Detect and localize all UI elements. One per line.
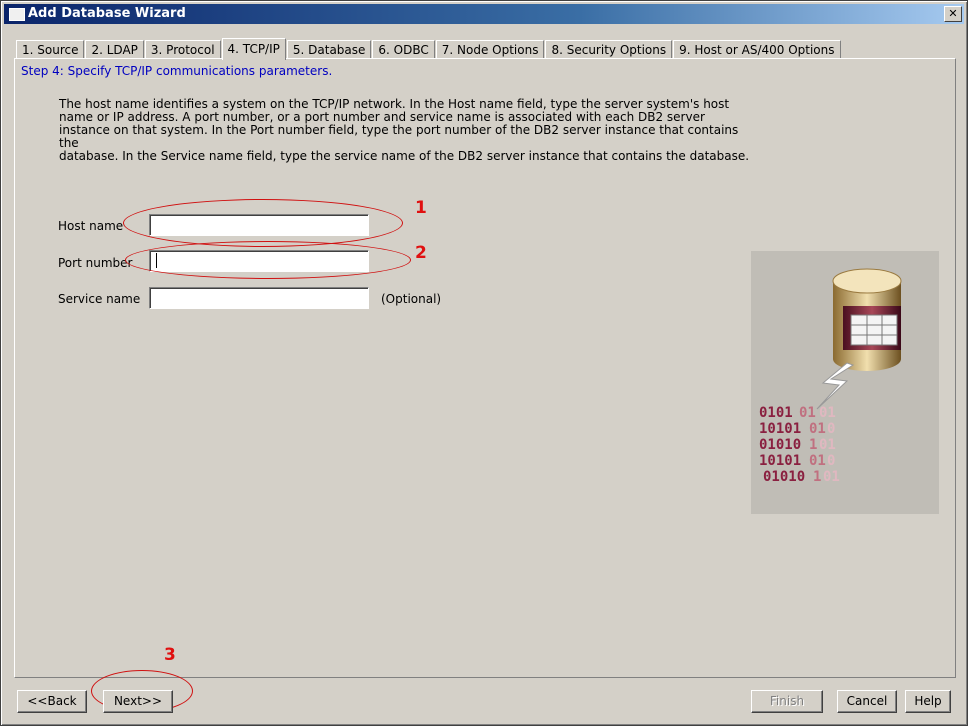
next-button[interactable]: Next>>: [103, 690, 173, 713]
window-title: Add Database Wizard: [28, 6, 186, 21]
description-line: instance on that system. In the Port num…: [59, 123, 739, 150]
close-button[interactable]: ✕: [944, 6, 962, 22]
tab-node-options[interactable]: 7. Node Options: [435, 40, 545, 59]
svg-text:1: 1: [809, 437, 817, 453]
svg-text:01: 01: [823, 469, 840, 485]
wizard-window: Add Database Wizard ✕ 1. Source 2. LDAP …: [0, 0, 968, 726]
svg-text:10101: 10101: [759, 453, 801, 469]
svg-text:01: 01: [819, 437, 836, 453]
optional-label: (Optional): [381, 292, 442, 306]
database-graphic: 0101 01 01 10101 01 0 01010 1 01 10101 01 0 0101…: [751, 251, 939, 514]
title-bar[interactable]: Add Database Wizard ✕: [4, 4, 964, 24]
description-line: database. In the Service name field, typ…: [59, 149, 750, 163]
service-name-input[interactable]: [149, 287, 369, 309]
svg-text:1: 1: [813, 469, 821, 485]
step-heading: Step 4: Specify TCP/IP communications pa…: [21, 64, 333, 78]
svg-text:01: 01: [819, 405, 836, 421]
svg-text:01: 01: [809, 453, 826, 469]
tab-tcpip[interactable]: 4. TCP/IP: [221, 38, 286, 60]
tab-security-options[interactable]: 8. Security Options: [545, 40, 673, 59]
service-name-label: Service name: [58, 292, 141, 306]
database-icon: 0101 01 01 10101 01 0 01010 1 01 10101 01 0 0101…: [759, 268, 902, 485]
annotation-ellipse-1: [123, 199, 403, 247]
annotation-number-1: 1: [415, 198, 427, 218]
svg-text:01: 01: [809, 421, 826, 437]
help-button[interactable]: Help: [905, 690, 951, 713]
annotation-number-2: 2: [415, 243, 427, 263]
tab-source[interactable]: 1. Source: [16, 40, 85, 59]
description: The host name identifies a system on the…: [59, 98, 759, 163]
port-number-label: Port number: [58, 256, 133, 270]
svg-text:01010: 01010: [759, 437, 801, 453]
svg-text:0101: 0101: [759, 405, 793, 421]
svg-text:0: 0: [827, 421, 835, 437]
finish-button[interactable]: Finish: [751, 690, 823, 713]
tab-host-as400-options[interactable]: 9. Host or AS/400 Options: [673, 40, 841, 59]
svg-text:0: 0: [827, 453, 835, 469]
svg-text:01: 01: [799, 405, 816, 421]
cancel-button[interactable]: Cancel: [837, 690, 897, 713]
annotation-number-3: 3: [164, 645, 176, 665]
tab-strip: 1. Source 2. LDAP 3. Protocol 4. TCP/IP …: [16, 37, 842, 60]
svg-text:10101: 10101: [759, 421, 801, 437]
window-icon: [9, 8, 25, 21]
annotation-ellipse-2: [125, 241, 411, 279]
svg-text:01010: 01010: [763, 469, 805, 485]
tab-protocol[interactable]: 3. Protocol: [144, 40, 221, 59]
tab-database[interactable]: 5. Database: [286, 40, 372, 59]
back-button[interactable]: <<Back: [17, 690, 87, 713]
tab-ldap[interactable]: 2. LDAP: [85, 40, 144, 59]
host-name-label: Host name: [58, 219, 124, 233]
tab-odbc[interactable]: 6. ODBC: [372, 40, 435, 59]
